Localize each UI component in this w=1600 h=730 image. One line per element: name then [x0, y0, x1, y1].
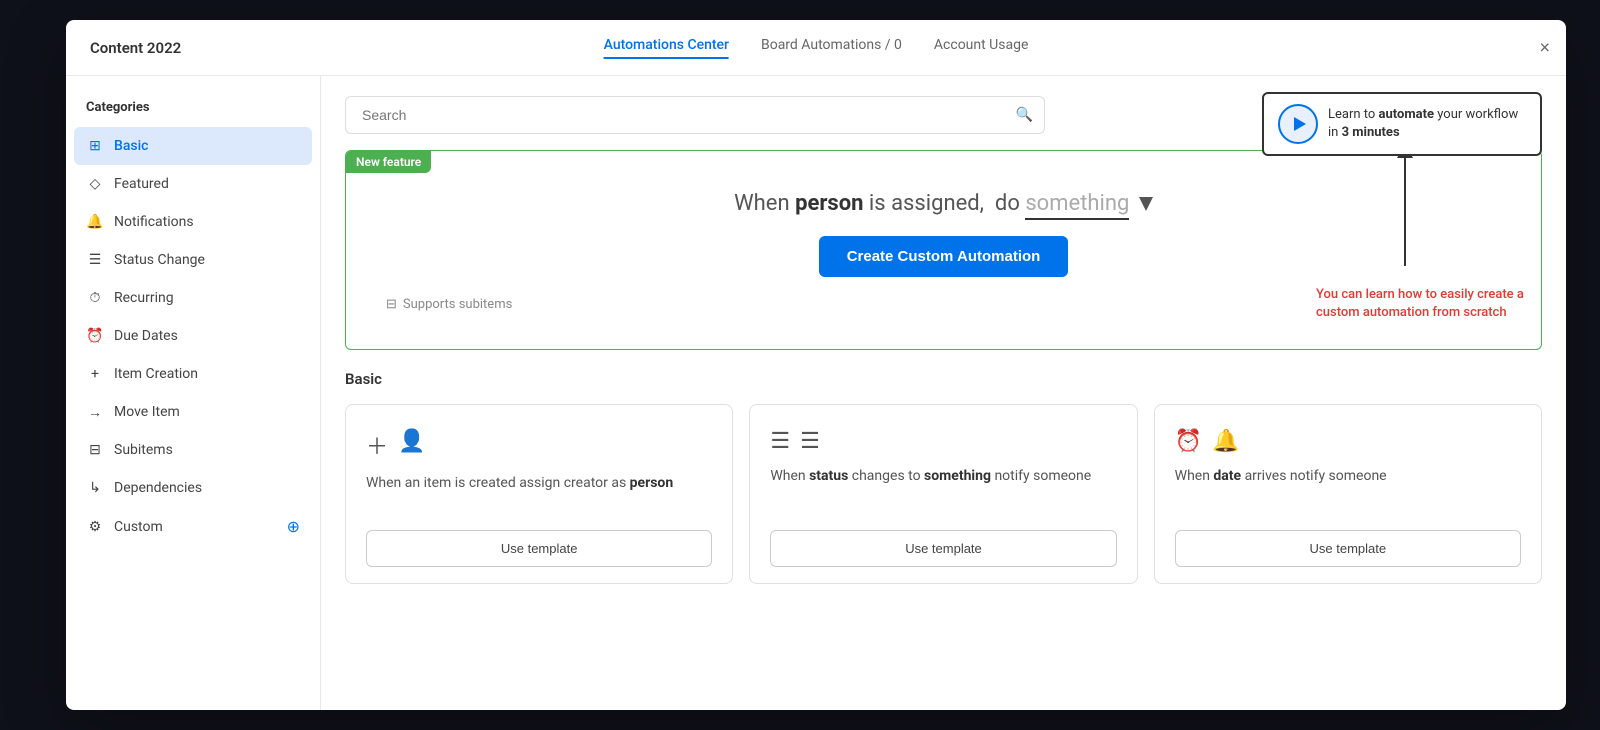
categories-title: Categories: [66, 92, 320, 127]
featured-icon: ◇: [86, 175, 104, 193]
use-template-button-1[interactable]: Use template: [366, 530, 712, 567]
status-icon: ☰: [86, 251, 104, 269]
due-dates-label: Due Dates: [114, 328, 300, 344]
tab-account-usage[interactable]: Account Usage: [934, 37, 1028, 59]
search-icon: 🔍: [1016, 107, 1033, 123]
move-item-icon: →: [86, 403, 104, 421]
sidebar-item-status-change[interactable]: ☰ Status Change: [66, 241, 320, 279]
table-icon-2: ☰: [800, 429, 820, 454]
create-custom-automation-button[interactable]: Create Custom Automation: [819, 236, 1069, 277]
sidebar-item-due-dates[interactable]: ⏰ Due Dates: [66, 317, 320, 355]
recurring-icon: ⏱: [86, 289, 104, 307]
notifications-icon: 🔔: [86, 213, 104, 231]
use-template-button-3[interactable]: Use template: [1175, 530, 1521, 567]
basic-label: Basic: [114, 138, 300, 154]
card-2-description: When status changes to something notify …: [770, 466, 1116, 518]
sidebar-item-dependencies[interactable]: ↳ Dependencies: [66, 469, 320, 507]
play-button[interactable]: [1278, 104, 1318, 144]
new-feature-section: New feature When person is assigned, do …: [345, 150, 1542, 350]
notifications-label: Notifications: [114, 214, 300, 230]
dependencies-icon: ↳: [86, 479, 104, 497]
new-feature-content: When person is assigned, do something Cr…: [346, 151, 1541, 332]
sidebar-item-custom[interactable]: ⚙ Custom ⊕: [66, 507, 320, 546]
recurring-label: Recurring: [114, 290, 300, 306]
template-card-1: ＋ 👤 When an item is created assign creat…: [345, 404, 733, 584]
modal-overlay: Content 2022 Automations Center Board Au…: [0, 0, 1600, 730]
sidebar-item-featured[interactable]: ◇ Featured: [66, 165, 320, 203]
subitems-supports-label: ⊟ Supports subitems: [386, 297, 512, 312]
subitems-icon: ⊟: [86, 441, 104, 459]
modal-tabs: Automations Center Board Automations / 0…: [604, 37, 1029, 59]
card-3-icons: ⏰ 🔔: [1175, 429, 1521, 454]
card-1-description: When an item is created assign creator a…: [366, 473, 712, 518]
sidebar-item-recurring[interactable]: ⏱ Recurring: [66, 279, 320, 317]
item-creation-label: Item Creation: [114, 366, 300, 382]
modal-header: Content 2022 Automations Center Board Au…: [66, 20, 1566, 76]
sidebar-item-notifications[interactable]: 🔔 Notifications: [66, 203, 320, 241]
plus-icon: ＋: [366, 429, 388, 461]
bell-icon: 🔔: [1212, 429, 1239, 454]
card-2-icons: ☰ ☰: [770, 429, 1116, 454]
custom-add-icon[interactable]: ⊕: [287, 517, 300, 536]
sidebar-item-subitems[interactable]: ⊟ Subitems: [66, 431, 320, 469]
dependencies-label: Dependencies: [114, 480, 300, 496]
use-template-button-2[interactable]: Use template: [770, 530, 1116, 567]
custom-icon: ⚙: [86, 518, 104, 536]
template-cards-row: ＋ 👤 When an item is created assign creat…: [345, 404, 1542, 584]
video-text: Learn to automate your workflow in 3 min…: [1328, 106, 1526, 142]
new-feature-badge: New feature: [346, 151, 431, 173]
item-creation-icon: +: [86, 365, 104, 383]
sidebar-item-basic[interactable]: ⊞ Basic: [74, 127, 312, 165]
subitems-label: Subitems: [114, 442, 300, 458]
basic-icon: ⊞: [86, 137, 104, 155]
card-3-description: When date arrives notify someone: [1175, 466, 1521, 518]
close-button[interactable]: ×: [1539, 37, 1550, 58]
tab-automations-center[interactable]: Automations Center: [604, 37, 729, 59]
subitems-icon: ⊟: [386, 297, 397, 312]
template-card-3: ⏰ 🔔 When date arrives notify someone Use…: [1154, 404, 1542, 584]
modal-body: Categories ⊞ Basic ◇ Featured 🔔 Notifica…: [66, 76, 1566, 710]
left-nav: Categories ⊞ Basic ◇ Featured 🔔 Notifica…: [66, 76, 321, 710]
tab-board-automations[interactable]: Board Automations / 0: [761, 37, 902, 59]
search-input[interactable]: [345, 96, 1045, 134]
sidebar-item-item-creation[interactable]: + Item Creation: [66, 355, 320, 393]
automation-sentence: When person is assigned, do something: [734, 191, 1153, 216]
table-icon-1: ☰: [770, 429, 790, 454]
custom-label: Custom: [114, 519, 277, 535]
status-label: Status Change: [114, 252, 300, 268]
card-1-icons: ＋ 👤: [366, 429, 712, 461]
person-icon: 👤: [398, 429, 425, 461]
template-card-2: ☰ ☰ When status changes to something not…: [749, 404, 1137, 584]
featured-label: Featured: [114, 176, 300, 192]
clock-icon: ⏰: [1175, 429, 1202, 454]
sidebar-item-move-item[interactable]: → Move Item: [66, 393, 320, 431]
video-tooltip-box[interactable]: Learn to automate your workflow in 3 min…: [1262, 92, 1542, 156]
main-modal: Content 2022 Automations Center Board Au…: [66, 20, 1566, 710]
main-content: 🔍 Learn to automate your workflow in 3 m…: [321, 76, 1566, 710]
due-dates-icon: ⏰: [86, 327, 104, 345]
move-item-label: Move Item: [114, 404, 300, 420]
search-box: 🔍: [345, 96, 1045, 134]
play-icon: [1294, 117, 1306, 131]
modal-title: Content 2022: [90, 39, 181, 57]
basic-section-label: Basic: [345, 370, 1542, 388]
